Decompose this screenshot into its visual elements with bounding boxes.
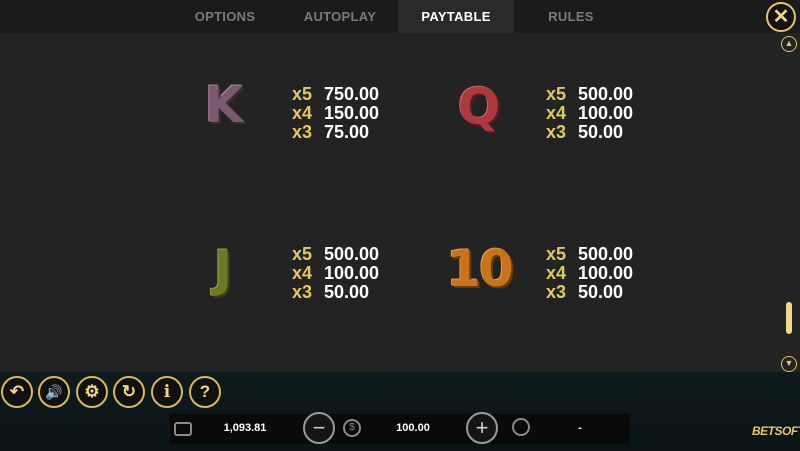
payout-row: x5 500.00	[292, 245, 379, 264]
multiplier: x5	[546, 244, 567, 264]
settings-icon[interactable]: ⚙	[76, 376, 108, 408]
scroll-up-icon[interactable]: ▲	[781, 36, 797, 52]
bet-decrease-button[interactable]: −	[303, 412, 335, 444]
close-button[interactable]: ✕	[766, 2, 796, 32]
payout-list-10: x5 500.00 x4 100.00 x3 50.00	[546, 245, 633, 302]
payout-row: x5 500.00	[546, 85, 633, 104]
payout-amount: 150.00	[324, 103, 380, 123]
multiplier: x5	[292, 244, 313, 264]
scroll-down-icon[interactable]: ▼	[781, 356, 797, 372]
payout-row: x3 75.00	[292, 123, 379, 142]
payout-amount: 50.00	[324, 282, 370, 302]
multiplier: x4	[292, 103, 313, 123]
bet-value: 100.00	[396, 422, 430, 434]
back-icon[interactable]: ↶	[1, 376, 33, 408]
payout-amount: 100.00	[578, 103, 634, 123]
coin-stack-icon: $	[343, 419, 361, 437]
scrollbar-thumb[interactable]	[786, 302, 792, 334]
multiplier: x3	[546, 122, 567, 142]
payout-list-k: x5 750.00 x4 150.00 x3 75.00	[292, 85, 379, 142]
payout-row: x4 150.00	[292, 104, 379, 123]
symbol-j: J	[213, 240, 233, 298]
payout-amount: 750.00	[324, 84, 380, 104]
paytable-screen: OPTIONS AUTOPLAY PAYTABLE RULES ✕ ▲ ▼ K …	[0, 0, 800, 451]
payout-row: x3 50.00	[546, 123, 633, 142]
payout-row: x4 100.00	[292, 264, 379, 283]
multiplier: x4	[292, 263, 313, 283]
multiplier: x3	[546, 282, 567, 302]
multiplier: x3	[292, 282, 313, 302]
tab-rules[interactable]: RULES	[530, 0, 612, 33]
symbol-10: 10	[446, 240, 514, 298]
payout-row: x3 50.00	[292, 283, 379, 302]
multiplier: x4	[546, 263, 567, 283]
payout-amount: 500.00	[578, 244, 634, 264]
payout-row: x3 50.00	[546, 283, 633, 302]
payout-amount: 500.00	[324, 244, 380, 264]
tab-bar: OPTIONS AUTOPLAY PAYTABLE RULES ✕	[0, 0, 800, 33]
payout-list-j: x5 500.00 x4 100.00 x3 50.00	[292, 245, 379, 302]
payout-row: x4 100.00	[546, 264, 633, 283]
payout-list-q: x5 500.00 x4 100.00 x3 50.00	[546, 85, 633, 142]
tab-options[interactable]: OPTIONS	[180, 0, 270, 33]
payout-amount: 500.00	[578, 84, 634, 104]
wallet-icon	[174, 422, 192, 436]
info-icon[interactable]: i	[151, 376, 183, 408]
bet-increase-button[interactable]: +	[466, 412, 498, 444]
multiplier: x3	[292, 122, 313, 142]
tab-paytable[interactable]: PAYTABLE	[398, 0, 514, 33]
multiplier: x5	[292, 84, 313, 104]
tab-autoplay[interactable]: AUTOPLAY	[290, 0, 390, 33]
multiplier: x4	[546, 103, 567, 123]
payout-row: x5 500.00	[546, 245, 633, 264]
win-badge-icon	[512, 418, 530, 436]
help-icon[interactable]: ?	[189, 376, 221, 408]
autoplay-icon[interactable]: ↻	[113, 376, 145, 408]
payout-amount: 50.00	[578, 122, 624, 142]
payout-amount: 50.00	[578, 282, 624, 302]
multiplier: x5	[546, 84, 567, 104]
payout-amount: 100.00	[578, 263, 634, 283]
sound-icon[interactable]: 🔊	[38, 376, 70, 408]
betsoft-logo: BETSOFT	[752, 424, 800, 438]
payout-row: x5 750.00	[292, 85, 379, 104]
symbol-k: K	[204, 76, 244, 134]
payout-row: x4 100.00	[546, 104, 633, 123]
symbol-q: Q	[457, 78, 501, 136]
payout-amount: 75.00	[324, 122, 370, 142]
balance-value: 1,093.81	[223, 422, 267, 434]
win-value: -	[578, 422, 582, 434]
payout-amount: 100.00	[324, 263, 380, 283]
